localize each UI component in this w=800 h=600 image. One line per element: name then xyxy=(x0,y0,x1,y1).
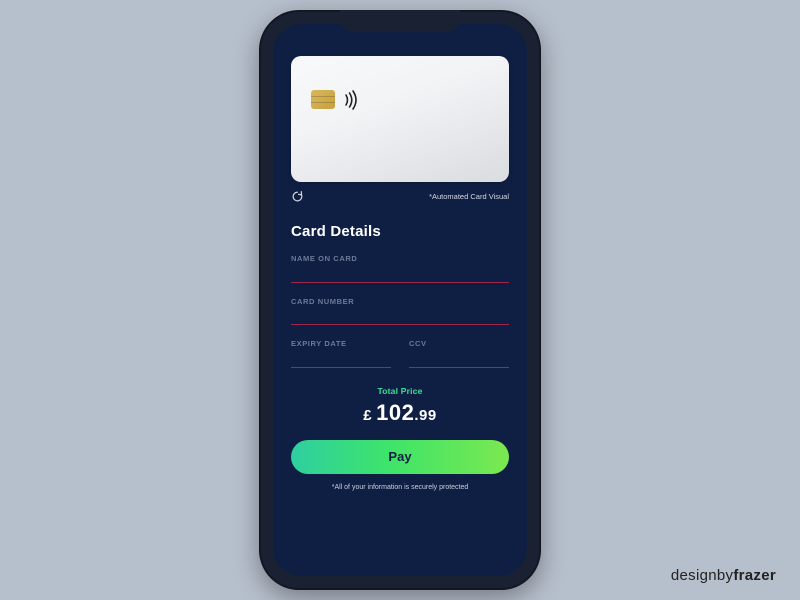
contactless-icon xyxy=(343,89,361,116)
phone-notch xyxy=(340,10,460,32)
expiry-input[interactable] xyxy=(291,350,391,368)
number-label: CARD NUMBER xyxy=(291,297,509,306)
number-input[interactable] xyxy=(291,307,509,325)
price-cents: .99 xyxy=(414,407,436,424)
card-visual xyxy=(291,56,509,182)
ccv-label: CCV xyxy=(409,339,509,348)
total-label: Total Price xyxy=(291,386,509,396)
price-whole: 102 xyxy=(376,400,414,425)
credit-prefix: designby xyxy=(671,567,733,584)
secure-note: *All of your information is securely pro… xyxy=(291,484,509,491)
field-expiry: EXPIRY DATE xyxy=(291,339,391,368)
name-input[interactable] xyxy=(291,265,509,283)
card-sub-row: *Automated Card Visual xyxy=(291,190,509,203)
design-credit: designbyfrazer xyxy=(671,567,776,584)
total-price: £102.99 xyxy=(291,400,509,426)
field-name-on-card: NAME ON CARD xyxy=(291,254,509,283)
currency-symbol: £ xyxy=(363,407,372,424)
expiry-label: EXPIRY DATE xyxy=(291,339,391,348)
credit-bold: frazer xyxy=(733,567,776,584)
phone-frame: *Automated Card Visual Card Details NAME… xyxy=(259,10,541,590)
section-title: Card Details xyxy=(291,223,509,240)
name-label: NAME ON CARD xyxy=(291,254,509,263)
refresh-icon[interactable] xyxy=(291,190,304,203)
pay-button[interactable]: Pay xyxy=(291,440,509,474)
card-visual-note: *Automated Card Visual xyxy=(429,192,509,201)
ccv-input[interactable] xyxy=(409,350,509,368)
field-ccv: CCV xyxy=(409,339,509,368)
app-screen: *Automated Card Visual Card Details NAME… xyxy=(273,24,527,576)
card-chip-icon xyxy=(311,90,335,109)
field-card-number: CARD NUMBER xyxy=(291,297,509,326)
